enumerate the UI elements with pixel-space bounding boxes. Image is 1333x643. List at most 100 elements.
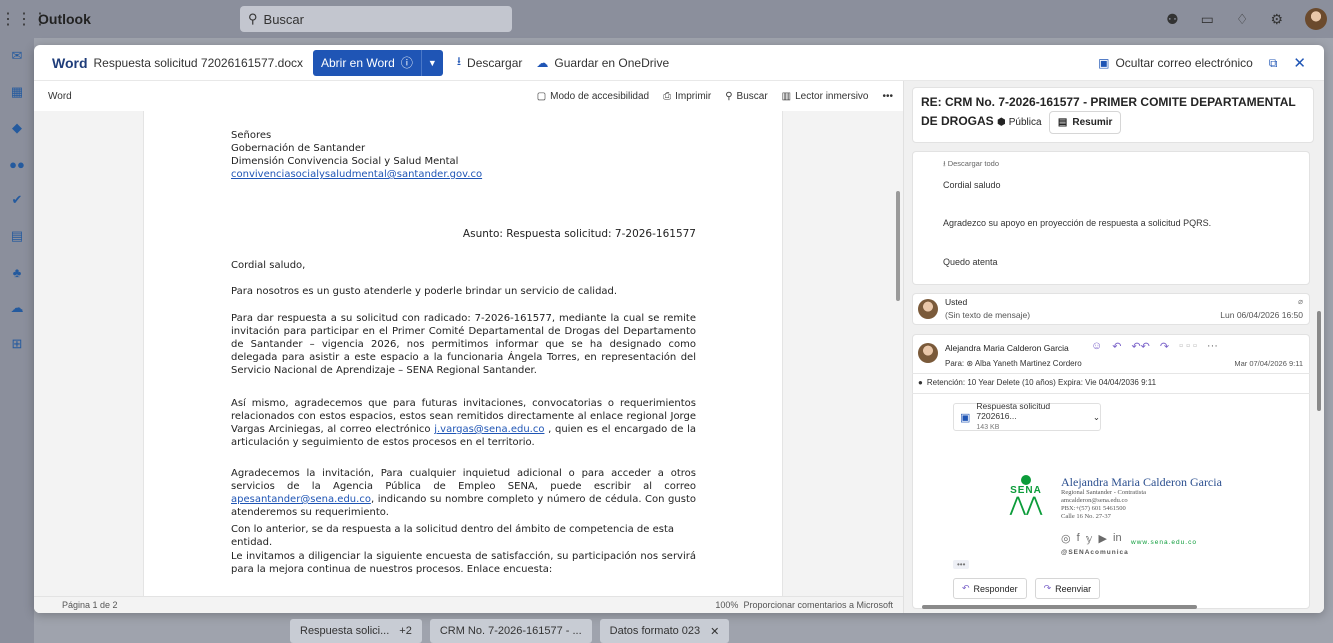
attachment-name: Respuesta solicitud 7202616... [976,401,1051,421]
signature-handle: @SENAcomunica [1061,549,1129,556]
show-more-button[interactable]: ••• [953,560,970,569]
reply-label: Responder [973,583,1018,594]
chevron-down-icon[interactable]: ⌄ [1093,412,1100,423]
summary-icon: ▤ [1057,117,1068,128]
attachment-viewer: Word Respuesta solicitud 72026161577.doc… [34,45,1324,613]
feedback-link[interactable]: Proporcionar comentarios a Microsoft [743,600,893,610]
background-tab[interactable]: Datos formato 023 ✕ [599,619,730,643]
mail-horizontal-scrollbar[interactable] [922,605,1197,609]
accessibility-icon: ▢ [536,90,547,102]
teams-icon[interactable]: ⚉ [1166,11,1179,28]
facebook-icon[interactable]: f [1077,532,1080,545]
youtube-icon[interactable]: ▶ [1099,532,1107,545]
background-item-count: +2 [399,625,412,637]
hide-email-button[interactable]: ▣ Ocultar correo electrónico [1098,56,1253,70]
summarize-button[interactable]: ▤ Resumir [1048,111,1122,134]
emoji-icon[interactable]: ☺ [1091,340,1102,353]
whiteboard-icon[interactable]: ▭ [1201,11,1214,28]
word-file-icon: ▣ [960,411,971,424]
forward-button[interactable]: ↷ Reenviar [1034,578,1101,599]
retention-icon: ● [918,378,923,387]
forward-icon: ↷ [1043,583,1052,593]
more-options-icon[interactable]: ··· [1207,340,1218,353]
more-options-button[interactable]: ••• [882,91,893,102]
mail-icon[interactable]: ✉ [0,38,34,74]
find-label: Buscar [736,90,768,102]
close-icon[interactable]: ✕ [1293,54,1306,72]
info-icon[interactable]: ⓘ [401,54,413,71]
word-pane: Word ▢ Modo de accesibilidad ⎙ Imprimir ⚲ B… [34,81,903,613]
signature-details: Regional Santander - Contratista amcalde… [1061,489,1146,521]
email-link[interactable]: apesantander@sena.edu.co [231,494,371,505]
document-scrollbar[interactable] [896,191,900,301]
hide-email-label: Ocultar correo electrónico [1115,56,1253,70]
search-input[interactable]: Buscar [264,12,304,27]
copilot-icon[interactable]: ◆ [0,110,34,146]
pop-out-icon[interactable]: ⧉ [1269,56,1278,71]
signature-website[interactable]: www.sena.edu.co [1131,539,1197,546]
accessibility-mode-button[interactable]: ▢ Modo de accesibilidad [537,91,649,102]
more-actions-icon[interactable]: ▫ ▫ ▫ [1179,340,1197,353]
forward-icon[interactable]: ↷ [1160,340,1169,353]
search-icon: ⚲ [725,90,733,102]
save-onedrive-button[interactable]: ☁ Guardar en OneDrive [536,56,669,70]
avatar[interactable] [1305,8,1327,30]
background-item[interactable]: Respuesta solici... +2 [290,619,422,643]
open-in-word-button[interactable]: Abrir en Word ⓘ ▼ [313,49,443,76]
twitter-icon[interactable]: 𝕪 [1086,532,1093,545]
download-all-button[interactable]: ⭳ Descargar todo [943,158,999,171]
shield-icon: ⬢ [997,117,1006,128]
chevron-down-icon[interactable]: ▼ [420,49,443,76]
reply-icon[interactable]: ↶ [1112,340,1121,353]
immersive-reader-button[interactable]: ▥ Lector inmersivo [782,91,869,102]
app-launcher-icon[interactable]: ⋮⋮⋮ [0,9,48,29]
print-button[interactable]: ⎙ Imprimir [663,91,711,102]
apps-icon[interactable]: ⊞ [0,326,34,362]
print-label: Imprimir [675,90,712,102]
address-email-link[interactable]: convivenciasocialysaludmental@santander.… [231,169,482,180]
linkedin-icon[interactable]: in [1113,532,1122,545]
attachment-size: 143 KB [976,424,1000,431]
zoom-level[interactable]: 100% [715,600,738,610]
email-link[interactable]: j.vargas@sena.edu.co [434,424,544,435]
org-icon[interactable]: ♣ [0,254,34,290]
reply-all-icon[interactable]: ↶↶ [1131,340,1149,353]
paragraph-text: Agradecemos la invitación, Para cualquie… [231,468,696,492]
background-tab[interactable]: CRM No. 7-2026-161577 - ... [429,619,592,643]
attachment-chip[interactable]: ▣ Respuesta solicitud 7202616... 143 KB ⌄ [953,401,1101,431]
signature-line: PBX:+(57) 601 5461500 [1061,505,1126,512]
calendar-icon[interactable]: ▦ [0,74,34,110]
avatar [918,343,938,363]
search-box[interactable]: ⚲ Buscar [240,6,512,32]
bell-icon[interactable]: ♢ [1236,11,1249,28]
address-block: Señores Gobernación de Santander Dimensi… [231,129,696,181]
find-button[interactable]: ⚲ Buscar [725,91,767,102]
address-line: Dimensión Convivencia Social y Salud Men… [231,156,459,167]
accessibility-label: Modo de accesibilidad [550,90,650,102]
sensitivity-label[interactable]: ⬢ Pública [997,114,1042,131]
file-name: Respuesta solicitud 72026161577.docx [93,55,303,70]
files-icon[interactable]: ▤ [0,218,34,254]
signature-line: Calle 16 No. 27-37 [1061,513,1111,520]
background-tab-label: CRM No. 7-2026-161577 - ... [439,625,582,637]
sender-name: Usted [945,297,968,307]
retention-bar: ● Retención: 10 Year Delete (10 años) Exp… [912,373,1310,391]
subject-line: Asunto: Respuesta solicitud: 7-2026-1615… [462,228,696,240]
people-icon[interactable]: ●● [0,146,34,182]
document-page: Señores Gobernación de Santander Dimensi… [143,111,783,596]
gear-icon[interactable]: ⚙ [1270,11,1283,28]
instagram-icon[interactable]: ◎ [1061,532,1071,545]
address-line: Señores [231,130,272,141]
reply-button[interactable]: ↶ Responder [953,578,1027,599]
status-right: 100% Proporcionar comentarios a Microsof… [715,600,893,610]
mail-scrollbar[interactable] [1317,311,1321,411]
message-card-collapsed[interactable]: Usted (Sin texto de mensaje) ⌀ Lun 06/04… [912,293,1310,325]
download-label: Descargar [467,55,523,70]
todo-icon[interactable]: ✔ [0,182,34,218]
onedrive-icon[interactable]: ☁ [0,290,34,326]
forward-label: Reenviar [1055,583,1092,594]
divider [912,393,1310,394]
download-button[interactable]: ⭳ Descargar [457,52,523,73]
close-icon[interactable]: ✕ [710,625,719,638]
open-in-word-label[interactable]: Abrir en Word [321,56,395,70]
